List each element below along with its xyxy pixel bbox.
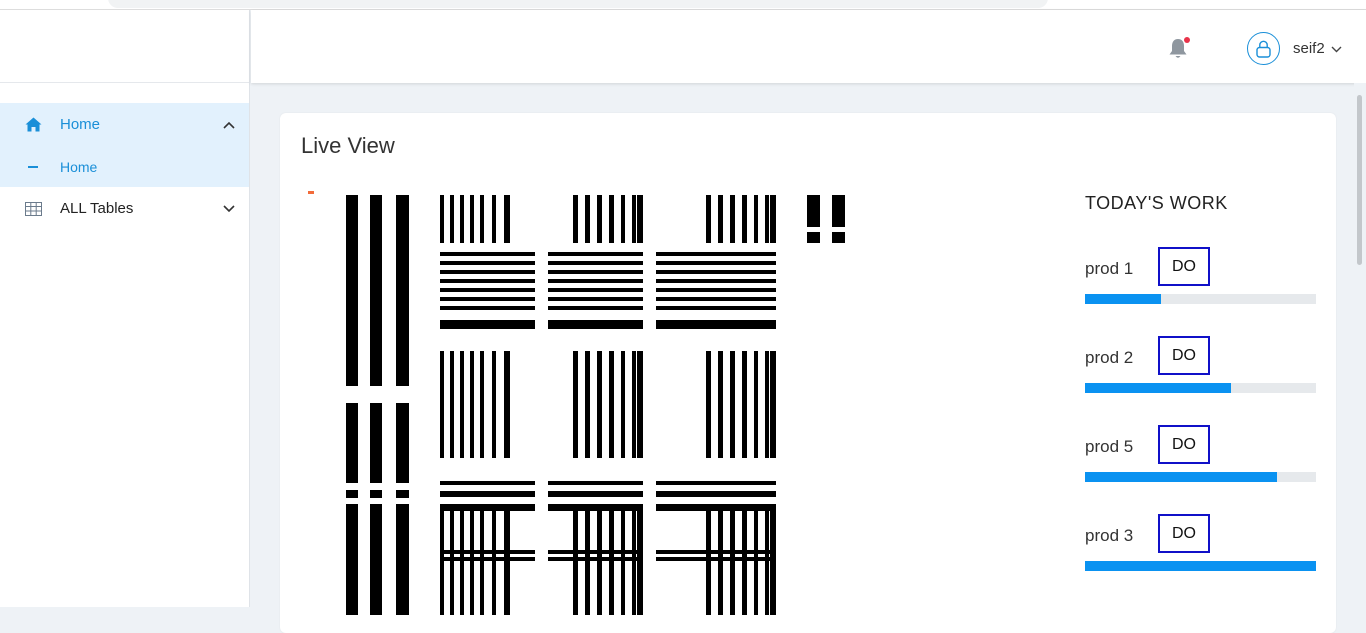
progress-fill <box>1085 472 1277 482</box>
home-icon <box>24 116 42 134</box>
user-icon <box>1247 32 1280 65</box>
do-button[interactable]: DO <box>1158 336 1210 375</box>
live-view-image <box>346 195 866 620</box>
work-item-name: prod 5 <box>1085 437 1134 456</box>
live-indicator <box>308 191 314 194</box>
sidebar-item-label: Home <box>60 116 101 133</box>
dash-icon <box>28 165 38 168</box>
do-button[interactable]: DO <box>1158 514 1210 553</box>
progress-bar <box>1085 561 1316 571</box>
progress-bar <box>1085 294 1316 304</box>
table-icon <box>24 200 42 218</box>
user-menu[interactable]: seif2 <box>1247 32 1342 65</box>
bell-icon[interactable] <box>1168 37 1190 60</box>
notification-dot <box>1184 37 1190 43</box>
sidebar-item-all-tables[interactable]: ALL Tables <box>0 187 249 230</box>
address-bar[interactable] <box>108 0 1048 8</box>
sidebar-group-home: Home Home <box>0 103 249 187</box>
sidebar-subitem-home[interactable]: Home <box>0 146 249 187</box>
page-title: Live View <box>301 133 395 158</box>
progress-fill <box>1085 561 1316 571</box>
sidebar-nav: Home Home ALL Tables <box>0 103 249 230</box>
sidebar-item-home[interactable]: Home <box>0 103 249 146</box>
do-button[interactable]: DO <box>1158 425 1210 464</box>
work-item: prod 5 DO <box>1085 425 1316 482</box>
sidebar-brand <box>0 10 249 83</box>
work-item: prod 2 DO <box>1085 336 1316 393</box>
progress-bar <box>1085 383 1316 393</box>
scrollbar-thumb[interactable] <box>1357 95 1362 265</box>
topbar: seif2 <box>251 10 1366 83</box>
work-item: prod 3 DO <box>1085 514 1316 571</box>
do-button[interactable]: DO <box>1158 247 1210 286</box>
progress-fill <box>1085 383 1231 393</box>
browser-toolbar <box>0 0 1366 10</box>
work-item-name: prod 1 <box>1085 259 1134 278</box>
work-item-name: prod 2 <box>1085 348 1134 367</box>
progress-bar <box>1085 472 1316 482</box>
todays-work-panel: TODAY'S WORK prod 1 DO prod 2 DO prod 5 … <box>1085 193 1316 571</box>
sidebar: Home Home ALL Tables <box>0 10 250 607</box>
work-item-name: prod 3 <box>1085 526 1134 545</box>
sidebar-item-label: ALL Tables <box>60 200 134 217</box>
progress-fill <box>1085 294 1162 304</box>
chevron-down-icon[interactable] <box>209 204 249 213</box>
work-list: prod 1 DO prod 2 DO prod 5 DO prod 3 DO <box>1085 247 1316 571</box>
live-view-card: Live View TODAY'S WORK prod 1 DO prod 2 … <box>280 113 1336 633</box>
sidebar-subitem-label: Home <box>60 158 98 175</box>
chevron-up-icon[interactable] <box>209 121 249 129</box>
page-scrollbar[interactable] <box>1354 83 1366 607</box>
user-name: seif2 <box>1293 40 1325 57</box>
chevron-down-icon <box>1331 40 1342 58</box>
todays-work-title: TODAY'S WORK <box>1085 193 1228 213</box>
work-item: prod 1 DO <box>1085 247 1316 304</box>
